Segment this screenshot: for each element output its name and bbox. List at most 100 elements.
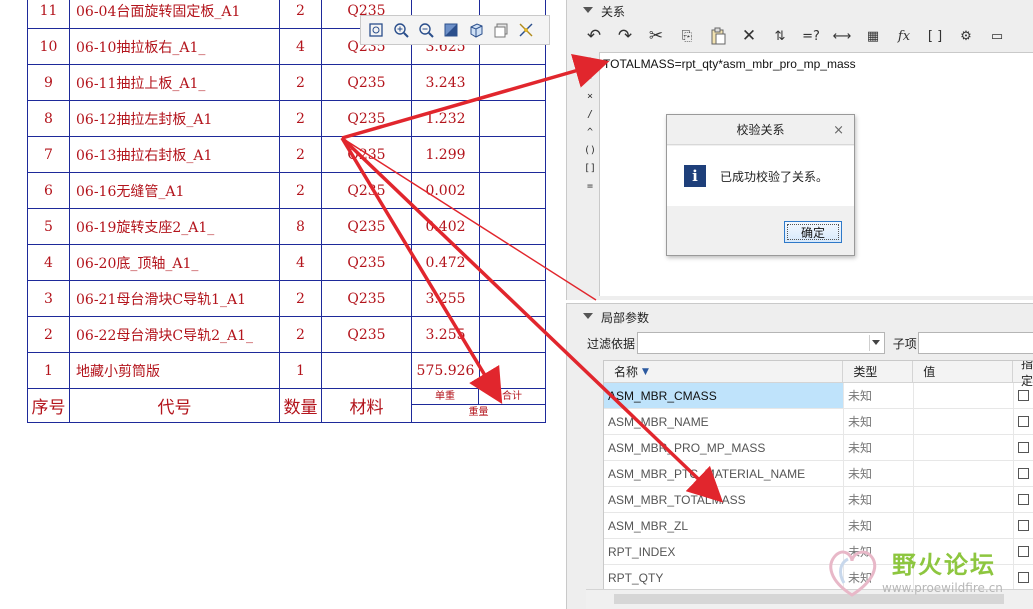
operator-button[interactable]: + bbox=[587, 52, 593, 70]
operator-column: + - × / ^()[] = bbox=[581, 52, 599, 196]
dimension-icon[interactable]: ⟷ bbox=[829, 24, 855, 48]
param-value[interactable] bbox=[914, 461, 1014, 486]
param-value[interactable] bbox=[914, 487, 1014, 512]
operator-button[interactable]: × bbox=[587, 88, 593, 106]
sub-item-label: 子项 bbox=[892, 336, 917, 351]
ok-button[interactable]: 确定 bbox=[784, 221, 842, 243]
param-value[interactable] bbox=[914, 435, 1014, 460]
bom-row-qty: 2 bbox=[279, 316, 322, 353]
relation-text[interactable]: TOTALMASS=rpt_qty*asm_mbr_pro_mp_mass bbox=[603, 57, 856, 71]
param-name[interactable]: ASM_MBR_ZL bbox=[604, 513, 844, 538]
column-designate[interactable]: 指定 bbox=[1013, 361, 1033, 388]
param-row[interactable]: ASM_MBR_CMASS 未知 bbox=[604, 383, 1033, 409]
dialog-titlebar[interactable]: 校验关系 × bbox=[667, 115, 854, 145]
spin-center-icon[interactable] bbox=[515, 19, 537, 41]
paste-icon[interactable] bbox=[705, 24, 731, 48]
bom-row-qty: 2 bbox=[279, 64, 322, 101]
designate-checkbox[interactable] bbox=[1018, 442, 1029, 453]
dialog-body: i 已成功校验了关系。 bbox=[667, 146, 854, 206]
bom-row-mass: 1.232 bbox=[411, 100, 480, 137]
operator-button[interactable]: () bbox=[584, 142, 596, 160]
filter-select[interactable] bbox=[637, 332, 885, 354]
shading-icon[interactable] bbox=[440, 19, 462, 41]
bom-row-material: Q235 bbox=[321, 172, 412, 209]
relations-section-header[interactable]: 关系 bbox=[567, 0, 1033, 22]
designate-checkbox[interactable] bbox=[1018, 390, 1029, 401]
bom-row-qty: 4 bbox=[279, 28, 322, 65]
bom-row-code: 06-22母台滑块C导轨2_A1_ bbox=[69, 316, 280, 353]
param-name[interactable]: ASM_MBR_TOTALMASS bbox=[604, 487, 844, 512]
bracket-icon[interactable]: [ ] bbox=[922, 24, 948, 48]
bom-row-mass: 1.299 bbox=[411, 136, 480, 173]
param-value[interactable] bbox=[914, 409, 1014, 434]
operator-button[interactable]: [] bbox=[584, 160, 596, 178]
watermark-logo-icon bbox=[829, 550, 876, 597]
designate-checkbox[interactable] bbox=[1018, 520, 1029, 531]
sort-down-icon: ▼ bbox=[642, 366, 649, 377]
param-name[interactable]: ASM_MBR_NAME bbox=[604, 409, 844, 434]
bom-row-qty: 2 bbox=[279, 100, 322, 137]
designate-checkbox[interactable] bbox=[1018, 468, 1029, 479]
more-icon[interactable]: ▭ bbox=[984, 24, 1010, 48]
close-icon[interactable]: × bbox=[833, 123, 844, 138]
units-icon[interactable]: ⚙ bbox=[953, 24, 979, 48]
bom-table: 11 06-04台面旋转固定板_A1 2 Q235 10 06-10抽拉板右_A1_ 4 Q2… bbox=[27, 0, 546, 423]
bom-row-no: 9 bbox=[27, 64, 70, 101]
param-table-icon[interactable]: ▦ bbox=[860, 24, 886, 48]
param-name[interactable]: RPT_QTY bbox=[604, 565, 844, 590]
designate-checkbox[interactable] bbox=[1018, 494, 1029, 505]
delete-icon[interactable]: ✕ bbox=[736, 24, 762, 48]
bom-row-no: 6 bbox=[27, 172, 70, 209]
param-row[interactable]: ASM_MBR_PTC_MATERIAL_NAME 未知 bbox=[604, 461, 1033, 487]
operator-button[interactable]: - bbox=[587, 70, 593, 88]
evaluate-icon[interactable]: =? bbox=[798, 24, 824, 48]
bom-header-code: 代号 bbox=[69, 388, 280, 423]
drawing-canvas[interactable]: 11 06-04台面旋转固定板_A1 2 Q235 10 06-10抽拉板右_A1_ 4 Q2… bbox=[0, 0, 566, 609]
param-row[interactable]: ASM_MBR_PRO_MP_MASS 未知 bbox=[604, 435, 1033, 461]
cube-view-icon[interactable] bbox=[465, 19, 487, 41]
param-name[interactable]: ASM_MBR_PTC_MATERIAL_NAME bbox=[604, 461, 844, 486]
param-row[interactable]: ASM_MBR_NAME 未知 bbox=[604, 409, 1033, 435]
bom-header-weight-label: 重量 bbox=[468, 407, 489, 418]
bom-row-total bbox=[479, 316, 546, 353]
redo-icon[interactable]: ↷ bbox=[612, 24, 638, 48]
copy-icon[interactable]: ⎘ bbox=[674, 24, 700, 48]
bom-row: 4 06-20底_顶轴_A1_ 4 Q235 0.472 bbox=[27, 244, 546, 281]
bom-row-material bbox=[321, 352, 412, 389]
operator-button[interactable]: = bbox=[587, 178, 593, 196]
operator-button[interactable]: / bbox=[587, 106, 593, 124]
zoom-fit-icon[interactable] bbox=[365, 19, 387, 41]
cut-icon[interactable]: ✂ bbox=[643, 24, 669, 48]
designate-checkbox[interactable] bbox=[1018, 416, 1029, 427]
sort-icon[interactable]: ⇅ bbox=[767, 24, 793, 48]
column-name[interactable]: 名称 ▼ bbox=[604, 361, 844, 382]
local-params-section-header[interactable]: 局部参数 bbox=[567, 306, 1033, 328]
bom-row-mass: 3.255 bbox=[411, 280, 480, 317]
chevron-down-icon[interactable] bbox=[871, 340, 880, 345]
bom-row-mass: 0.402 bbox=[411, 208, 480, 245]
param-name[interactable]: RPT_INDEX bbox=[604, 539, 844, 564]
param-row[interactable]: ASM_MBR_TOTALMASS 未知 bbox=[604, 487, 1033, 513]
param-designate bbox=[1014, 487, 1033, 512]
zoom-out-icon[interactable] bbox=[415, 19, 437, 41]
dialog-message: 已成功校验了关系。 bbox=[720, 169, 829, 184]
sub-item-input[interactable] bbox=[917, 332, 1033, 354]
param-value[interactable] bbox=[914, 513, 1014, 538]
column-value[interactable]: 值 bbox=[913, 361, 1013, 382]
param-value[interactable] bbox=[914, 383, 1014, 408]
operator-button[interactable]: ^ bbox=[587, 124, 593, 142]
layers-icon[interactable] bbox=[490, 19, 512, 41]
bom-header-weight: 单重 合计 重量 bbox=[411, 388, 546, 423]
column-type[interactable]: 类型 bbox=[843, 361, 914, 382]
param-table-header: 名称 ▼ 类型 值 指定 bbox=[604, 361, 1033, 388]
zoom-in-icon[interactable] bbox=[390, 19, 412, 41]
param-name[interactable]: ASM_MBR_CMASS bbox=[604, 383, 844, 408]
bom-row-no: 5 bbox=[27, 208, 70, 245]
param-name[interactable]: ASM_MBR_PRO_MP_MASS bbox=[604, 435, 844, 460]
param-row[interactable]: ASM_MBR_ZL 未知 bbox=[604, 513, 1033, 539]
bom-row-no: 10 bbox=[27, 28, 70, 65]
undo-icon[interactable]: ↶ bbox=[581, 24, 607, 48]
view-toolbar bbox=[360, 15, 550, 45]
param-type: 未知 bbox=[844, 513, 914, 538]
function-icon[interactable]: fx bbox=[891, 24, 917, 48]
